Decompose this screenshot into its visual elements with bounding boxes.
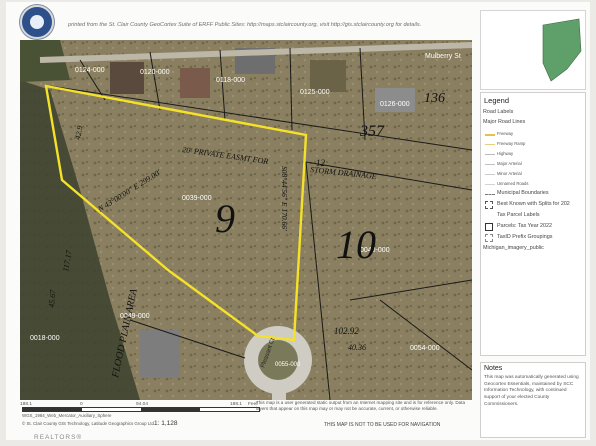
legend-item: Minor Arterial xyxy=(497,171,522,176)
inset-locator xyxy=(542,18,582,82)
lot-number-9: 9 xyxy=(215,196,235,241)
overview-inset-map[interactable] xyxy=(480,10,586,90)
house xyxy=(140,330,180,378)
parcel-label: 0054-000 xyxy=(410,345,440,352)
legend-item: Freeway Ramp xyxy=(497,141,526,146)
parcel-label: 0039-000 xyxy=(182,195,212,202)
freeway-swatch xyxy=(485,134,495,136)
legend-item: Freeway xyxy=(497,131,514,136)
parcel-label: 0055-000 xyxy=(275,362,301,368)
dimension-label: 102.92 xyxy=(334,326,359,336)
legend-item: TaxID Prefix Groupings xyxy=(497,234,553,240)
parcel-label: 0120-000 xyxy=(140,69,170,76)
scale-ratio: 1: 1,128 xyxy=(154,420,178,427)
parcel-label: 0118-000 xyxy=(216,77,245,84)
splits-swatch xyxy=(485,201,493,209)
dimension-label: S08°44'56" E 170.66' xyxy=(280,166,289,231)
house xyxy=(375,88,415,112)
legend-item: Major Arterial xyxy=(497,161,522,166)
scale-tick: 0 xyxy=(80,402,83,407)
street-label: Mulberry St xyxy=(425,53,461,60)
dimension-label: 45.67 xyxy=(47,288,58,308)
notes-title: Notes xyxy=(484,365,503,372)
coordinate-system: WGS_1984_Web_Mercator_Auxiliary_Sphere xyxy=(22,413,112,418)
map-printout: printed from the St. Clair County GeoCor… xyxy=(6,2,590,440)
legend-item: Best Known with Splits for 202 xyxy=(497,201,570,207)
disclaimer-text: This map is a user generated static outp… xyxy=(256,400,466,412)
parcels-swatch xyxy=(485,223,493,231)
legend-item: Tax Parcel Labels xyxy=(497,212,540,218)
minor-arterial-swatch xyxy=(485,174,495,175)
dimension-label: 136 xyxy=(424,91,445,106)
parcel-label: 0018-000 xyxy=(30,335,60,342)
highway-swatch xyxy=(485,154,495,155)
scale-tick: 188.1 xyxy=(230,402,243,407)
parcel-label: 0126-000 xyxy=(380,101,410,108)
legend-item: Major Road Lines xyxy=(483,119,526,125)
dimension-label: 357 xyxy=(359,123,385,140)
major-arterial-swatch xyxy=(485,164,495,165)
notes-panel: Notes This map was automatically generat… xyxy=(480,362,586,438)
notes-body: This map was automatically generated usi… xyxy=(484,375,579,407)
house xyxy=(180,68,210,98)
map-view[interactable]: 0124-000 0120-000 0118-000 0125-000 0126… xyxy=(20,40,472,400)
legend-item: Highway xyxy=(497,151,514,156)
legend-panel: Legend Road Labels Major Road Lines Free… xyxy=(480,92,586,356)
county-seal-logo xyxy=(20,5,54,39)
map-credit: © St. Clair County GIS Technology, Latit… xyxy=(22,421,156,426)
municipal-boundary-swatch xyxy=(485,194,495,195)
print-source-text: printed from the St. Clair County GeoCor… xyxy=(68,22,422,28)
unnamed-road-swatch xyxy=(485,184,495,185)
scale-tick: 188.1 xyxy=(20,402,33,407)
parcel-label: 0125-000 xyxy=(300,89,330,96)
house xyxy=(310,60,346,92)
legend-item: Parcels: Tax Year 2022 xyxy=(497,223,553,229)
legend-item: Road Labels xyxy=(483,109,514,115)
scale-tick: 94.04 xyxy=(136,402,149,407)
legend-title: Legend xyxy=(484,96,510,105)
parcel-label: 0124-000 xyxy=(75,67,105,74)
realtors-watermark: REALTORS® xyxy=(34,434,83,441)
legend-item: Michigan_imagery_public xyxy=(483,245,544,251)
house xyxy=(110,62,144,94)
dimension-label: 40.36 xyxy=(348,343,366,352)
taxid-swatch xyxy=(485,234,493,242)
ramp-swatch xyxy=(485,144,495,145)
scale-bar-graphic xyxy=(22,407,260,412)
lot-number-10: 10 xyxy=(336,222,376,267)
navigation-warning: THIS MAP IS NOT TO BE USED FOR NAVIGATIO… xyxy=(324,422,441,428)
legend-item: Municipal Boundaries xyxy=(497,190,549,196)
legend-item: Unnamed Roads xyxy=(497,181,529,186)
aerial-map[interactable]: 0124-000 0120-000 0118-000 0125-000 0126… xyxy=(20,40,472,400)
county-outline xyxy=(542,18,582,82)
easement-number: 12 xyxy=(316,158,326,168)
